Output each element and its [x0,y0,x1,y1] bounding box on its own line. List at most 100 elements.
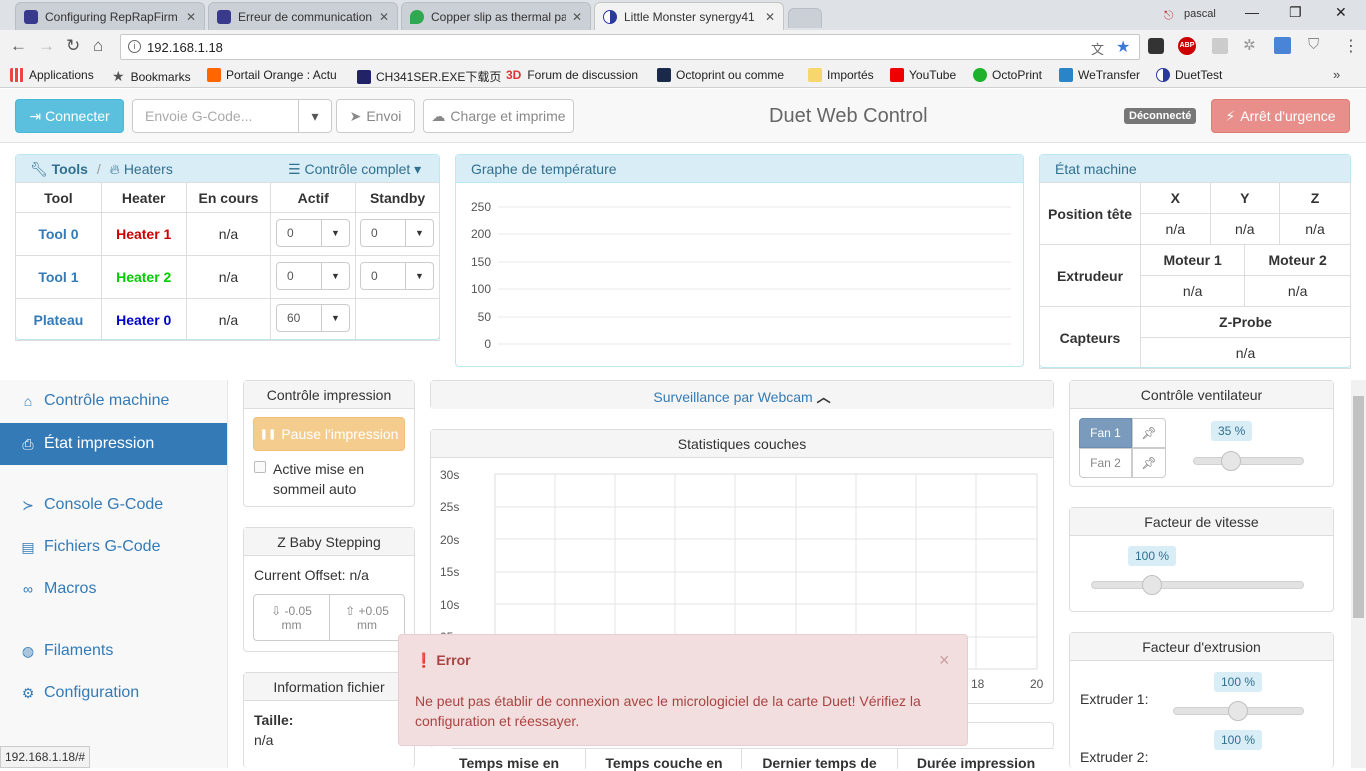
active-temp-select[interactable]: 0 ▼ [276,219,350,247]
profile-icon[interactable]: ⎋ [1164,8,1174,23]
extension-icon[interactable] [1148,38,1164,54]
send-button[interactable]: ➤ Envoi [336,99,415,133]
browser-tab[interactable]: Copper slip as thermal pa ✕ [401,2,591,30]
tool-link[interactable]: Tool 1 [15,255,102,299]
bookmark-youtube[interactable]: YouTube [890,68,956,82]
browser-tab[interactable]: Erreur de communication ✕ [208,2,398,30]
bookmark-imported[interactable]: Importés [808,68,874,82]
connect-button[interactable]: ⇥ Connecter [15,99,124,133]
close-icon[interactable]: × [939,650,950,671]
sidebar-item-filaments[interactable]: ◍ Filaments [0,630,227,672]
address-bar[interactable]: i 192.168.1.18 文 ★ [120,34,1140,60]
standby-temp-select[interactable]: 0 ▼ [360,262,434,290]
tool-link[interactable]: Tool 0 [15,212,102,256]
col-header: Tool [15,182,102,213]
sidebar-item-print-status[interactable]: ⎙ État impression [0,423,227,465]
speed-slider[interactable] [1091,581,1304,589]
heater-label[interactable]: Heater 1 [100,212,187,256]
standby-temp-select[interactable]: 0 ▼ [360,219,434,247]
pin-icon[interactable]: 📌︎ [1132,418,1166,448]
caret-down-icon: ▼ [405,220,433,246]
sidebar-item-gcode-files[interactable]: ▤ Fichiers G-Code [0,526,227,568]
bookmark-duettest[interactable]: DuetTest [1156,68,1222,82]
tools-tab[interactable]: Tools [52,161,88,177]
translate-icon[interactable]: 文 [1091,39,1104,58]
back-icon[interactable]: ← [10,36,27,56]
pin-icon[interactable]: 📌︎ [1132,448,1166,478]
close-tab-icon[interactable]: ✕ [186,10,196,24]
upload-and-print-button[interactable]: ☁ Charge et imprime [423,99,574,133]
auto-sleep-checkbox[interactable] [254,461,266,473]
page-scrollbar[interactable] [1351,380,1366,768]
menu-kebab-icon[interactable]: ⋮ [1343,36,1359,56]
control-dropdown[interactable]: ☰ Contrôle complet ▾ [288,161,421,178]
bookmark-bookmarks[interactable]: ★ Bookmarks [112,68,191,85]
sidebar-item-gcode-console[interactable]: ≻ Console G-Code [0,484,227,526]
browser-tab-active[interactable]: Little Monster synergy41 ✕ [594,2,784,30]
new-tab-button[interactable] [788,8,822,28]
info-icon[interactable]: i [128,40,141,53]
sidebar-item-machine-control[interactable]: ⌂ Contrôle machine [0,380,227,422]
pdf-extension-icon[interactable] [1212,38,1228,54]
more-bookmarks-icon[interactable]: » [1333,67,1340,82]
sidebar-item-configuration[interactable]: ⚙ Configuration [0,672,227,714]
emergency-stop-button[interactable]: ⚡ Arrêt d'urgence [1211,99,1350,133]
speed-slider-handle[interactable] [1142,575,1162,595]
bookmark-forum[interactable]: 3D Forum de discussion [506,68,638,82]
profile-name[interactable]: pascal [1184,8,1216,20]
motor-2-value: n/a [1244,275,1351,307]
bookmark-orange[interactable]: Portail Orange : Actu [207,68,337,82]
bookmark-applications[interactable]: Applications [10,68,94,82]
home-icon[interactable]: ⌂ [93,36,103,56]
connection-status-badge: Déconnecté [1124,108,1197,124]
active-temp-select[interactable]: 0 ▼ [276,262,350,290]
translate-extension-icon[interactable] [1274,37,1291,54]
reload-icon[interactable]: ↻ [66,36,80,56]
sidebar-item-macros[interactable]: ∞ Macros [0,568,227,610]
current-offset: Current Offset: n/a [254,567,369,583]
send-icon: ➤ [349,107,362,124]
heater-label[interactable]: Heater 2 [100,255,187,299]
axis-x-value: n/a [1140,213,1211,245]
bookmark-ch341[interactable]: CH341SER.EXE下载页 [357,68,501,85]
tool-link[interactable]: Plateau [15,298,102,341]
webcam-toggle[interactable]: Surveillance par Webcam ︿ [431,381,1053,409]
scrollbar-thumb[interactable] [1353,396,1364,618]
extruder-1-slider-handle[interactable] [1228,701,1248,721]
bookmark-star-icon[interactable]: ★ [1116,37,1130,57]
gcode-input[interactable]: Envoie G-Code... [132,99,299,133]
fan-slider-handle[interactable] [1221,451,1241,471]
y-tick-label: 20s [440,533,459,547]
maximize-icon[interactable]: ❐ [1289,4,1302,21]
webcam-panel[interactable]: Surveillance par Webcam ︿ [430,380,1054,409]
heaters-tab[interactable]: Heaters [124,161,173,177]
heater-label[interactable]: Heater 0 [100,298,187,341]
close-window-icon[interactable]: ✕ [1335,4,1347,21]
adblock-icon[interactable]: ABP [1178,37,1196,55]
active-temp-select[interactable]: 60 ▼ [276,304,350,332]
gcode-dropdown-button[interactable]: ▾ [298,99,332,133]
forward-icon[interactable]: → [38,36,55,56]
close-tab-icon[interactable]: ✕ [379,10,389,24]
current-temp: n/a [185,298,272,341]
close-tab-icon[interactable]: ✕ [572,10,582,24]
babystep-minus-button[interactable]: ⇩ -0.05 mm [253,594,330,641]
browser-tab[interactable]: Configuring RepRapFirm ✕ [15,2,205,30]
y-tick-label: 10s [440,598,459,612]
shield-icon[interactable]: ⛉ [1308,36,1319,53]
bookmark-octoprint-forum[interactable]: Octoprint ou comme [657,68,784,82]
fan-2-button[interactable]: Fan 2 [1079,448,1132,478]
x-tick-label: 20 [1030,677,1044,691]
babystep-plus-button[interactable]: ⇧ +0.05 mm [329,594,405,641]
puzzle-icon[interactable]: ✲ [1243,36,1256,54]
fan-slider[interactable] [1193,457,1304,465]
y-tick-label: 200 [471,227,491,241]
bookmark-octoprint[interactable]: OctoPrint [973,68,1042,82]
minimize-icon[interactable]: — [1245,4,1259,20]
pause-print-button[interactable]: ❚❚ Pause l'impression [253,417,405,451]
panel-title: Contrôle impression [244,381,414,409]
fan-1-button[interactable]: Fan 1 [1079,418,1132,448]
url-text[interactable]: 192.168.1.18 [147,40,223,55]
bookmark-wetransfer[interactable]: WeTransfer [1059,68,1140,82]
close-tab-icon[interactable]: ✕ [765,10,775,24]
